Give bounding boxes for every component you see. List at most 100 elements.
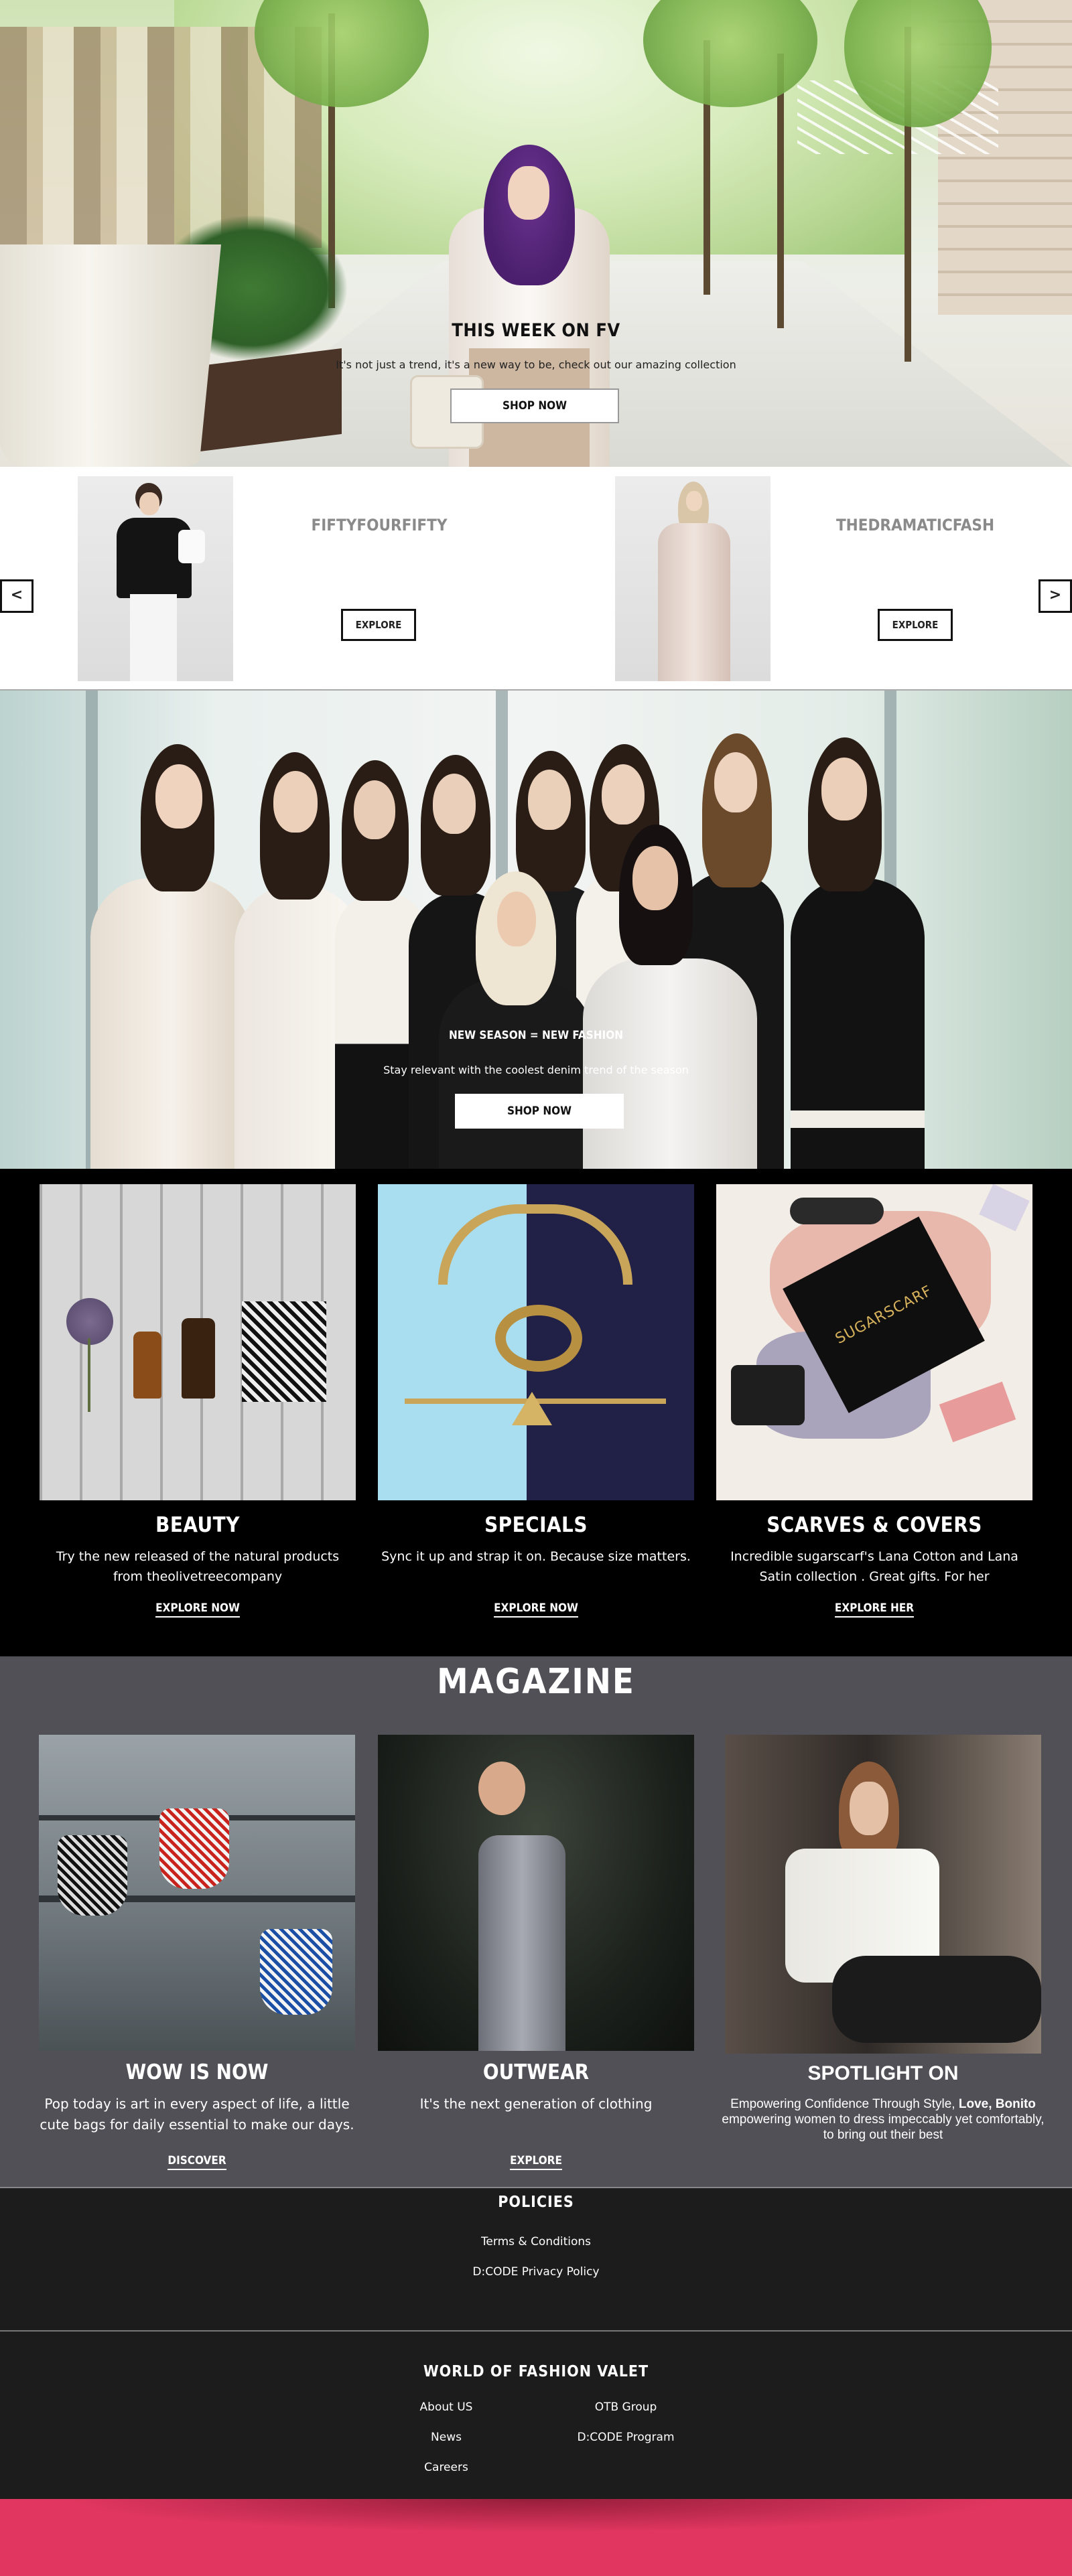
sugarscarf-box-label: SUGARSCARF	[832, 1282, 935, 1348]
sunglasses	[790, 1198, 884, 1224]
model-face	[850, 1782, 888, 1835]
brand-title-thedramaticfash[interactable]: THEDRAMATICFASH	[815, 516, 1016, 534]
model-dress	[478, 1835, 565, 2051]
hero-planter	[0, 244, 221, 467]
model-face	[632, 846, 678, 910]
pink-band-shadow	[67, 2499, 1005, 2532]
model-face	[821, 758, 867, 820]
model-face	[497, 891, 536, 946]
tube	[979, 1184, 1030, 1232]
scarves-image[interactable]: SUGARSCARF	[716, 1184, 1032, 1500]
magazine-heading: MAGAZINE	[437, 1662, 635, 1702]
pink-box	[939, 1381, 1016, 1443]
outwear-description: It's the next generation of clothing	[419, 2096, 653, 2112]
model-black-pants	[832, 1956, 1041, 2043]
carousel-prev-button[interactable]: <	[0, 579, 34, 613]
scarves-explore-link: EXPLORE HER	[716, 1601, 1032, 1618]
explore-button-thedramaticfash[interactable]: EXPLORE	[878, 609, 953, 641]
spotlight-image[interactable]	[725, 1735, 1041, 2054]
model-face	[686, 491, 702, 511]
model-face	[273, 771, 318, 833]
discover-link[interactable]: DISCOVER	[168, 2154, 226, 2170]
model-head	[478, 1762, 525, 1815]
model-face	[714, 752, 757, 812]
beauty-explore-link: EXPLORE NOW	[40, 1601, 356, 1618]
category-section: BEAUTY Try the new released of the natur…	[0, 1169, 1072, 1656]
model-face	[155, 764, 202, 829]
scarves-explore-her-link[interactable]: EXPLORE HER	[834, 1601, 915, 1618]
brand-carousel: < FIFTYFOURFIFTY EXPLORE THEDRAMATICFASH…	[0, 467, 1072, 689]
world-heading: WORLD OF FASHION VALET	[423, 2363, 649, 2380]
hero-title: THIS WEEK ON FV	[452, 320, 620, 341]
hero-subtitle: It's not just a trend, it's a new way to…	[336, 358, 736, 371]
outwear-link-wrap: EXPLORE	[378, 2154, 694, 2170]
model-face	[354, 780, 395, 839]
news-link[interactable]: News	[379, 2431, 513, 2444]
gold-necklace	[438, 1204, 632, 1285]
brand-image-fiftyfourfifty[interactable]	[78, 476, 233, 681]
pendant	[512, 1392, 552, 1425]
scarves-description: Incredible sugarscarf's Lana Cotton and …	[730, 1549, 1018, 1584]
season-shop-now-button[interactable]: SHOP NOW	[455, 1094, 624, 1129]
lavender-stem	[88, 1338, 90, 1412]
otb-group-link[interactable]: OTB Group	[559, 2401, 693, 2414]
model-sleeve	[178, 530, 205, 563]
carousel-next-button[interactable]: >	[1038, 579, 1072, 613]
model-face	[528, 770, 571, 830]
chevron-left-icon: <	[10, 587, 23, 603]
beauty-image[interactable]	[40, 1184, 356, 1500]
wow-is-now-link-wrap: DISCOVER	[39, 2154, 355, 2170]
specials-explore-now-link[interactable]: EXPLORE NOW	[494, 1601, 578, 1618]
gift-box	[242, 1301, 326, 1402]
scarves-title: SCARVES & COVERS	[766, 1513, 982, 1537]
magazine-section: MAGAZINE WOW IS NOW Pop today is art in …	[0, 1656, 1072, 2187]
dcode-program-link[interactable]: D:CODE Program	[559, 2431, 693, 2444]
wow-is-now-description: Pop today is art in every aspect of life…	[40, 2096, 354, 2133]
policies-heading: POLICIES	[498, 2194, 574, 2211]
policies-footer: POLICIES Terms & Conditions D:CODE Priva…	[0, 2188, 1072, 2330]
outwear-explore-link[interactable]: EXPLORE	[510, 2154, 562, 2170]
season-subtitle: Stay relevant with the coolest denim tre…	[383, 1064, 689, 1076]
chevron-right-icon: >	[1049, 587, 1062, 603]
careers-link[interactable]: Careers	[379, 2461, 513, 2474]
explore-button-fiftyfourfifty[interactable]: EXPLORE	[341, 609, 416, 641]
outwear-image[interactable]	[378, 1735, 694, 2051]
beauty-explore-now-link[interactable]: EXPLORE NOW	[155, 1601, 240, 1618]
terms-link[interactable]: Terms & Conditions	[0, 2235, 1072, 2248]
privacy-policy-link[interactable]: D:CODE Privacy Policy	[0, 2265, 1072, 2279]
spotlight-description: Empowering Confidence Through Style, Lov…	[716, 2096, 1051, 2143]
beauty-title: BEAUTY	[155, 1513, 240, 1537]
spotlight-title: SPOTLIGHT ON	[807, 2062, 959, 2084]
blue-bucket-bag	[260, 1929, 332, 2015]
specials-explore-link: EXPLORE NOW	[378, 1601, 694, 1618]
world-of-fashion-valet-footer: WORLD OF FASHION VALET About US News Car…	[0, 2332, 1072, 2499]
specials-image[interactable]	[378, 1184, 694, 1500]
hero-model-face	[508, 166, 549, 220]
model-face	[602, 764, 645, 825]
amber-bottle	[133, 1332, 161, 1399]
model-black-dress	[791, 878, 925, 1169]
camera	[731, 1365, 805, 1425]
model-pants	[130, 594, 177, 681]
hero-shop-now-button[interactable]: SHOP NOW	[450, 388, 619, 423]
specials-title: SPECIALS	[484, 1513, 588, 1537]
brand-title-fiftyfourfifty[interactable]: FIFTYFOURFIFTY	[279, 516, 480, 534]
specials-description: Sync it up and strap it on. Because size…	[381, 1549, 691, 1564]
gold-bangle	[495, 1305, 582, 1372]
about-us-link[interactable]: About US	[379, 2401, 513, 2414]
black-bucket-bag	[58, 1835, 127, 1916]
red-bucket-bag	[159, 1808, 229, 1889]
model-dress	[658, 523, 730, 681]
spotlight-text-suffix: empowering women to dress impeccably yet…	[722, 2113, 1045, 2142]
wow-is-now-image[interactable]	[39, 1735, 355, 2051]
brand-image-thedramaticfash[interactable]	[615, 476, 770, 681]
beauty-description: Try the new released of the natural prod…	[56, 1549, 340, 1584]
outwear-title: OUTWEAR	[482, 2060, 590, 2084]
model-face	[433, 774, 476, 834]
season-title: NEW SEASON = NEW FASHION	[448, 1029, 624, 1042]
model-lace-top	[90, 878, 251, 1169]
model-face	[139, 492, 159, 515]
amber-bottle	[182, 1318, 215, 1399]
spotlight-text-prefix: Empowering Confidence Through Style,	[730, 2097, 959, 2111]
wow-is-now-title: WOW IS NOW	[125, 2060, 269, 2084]
